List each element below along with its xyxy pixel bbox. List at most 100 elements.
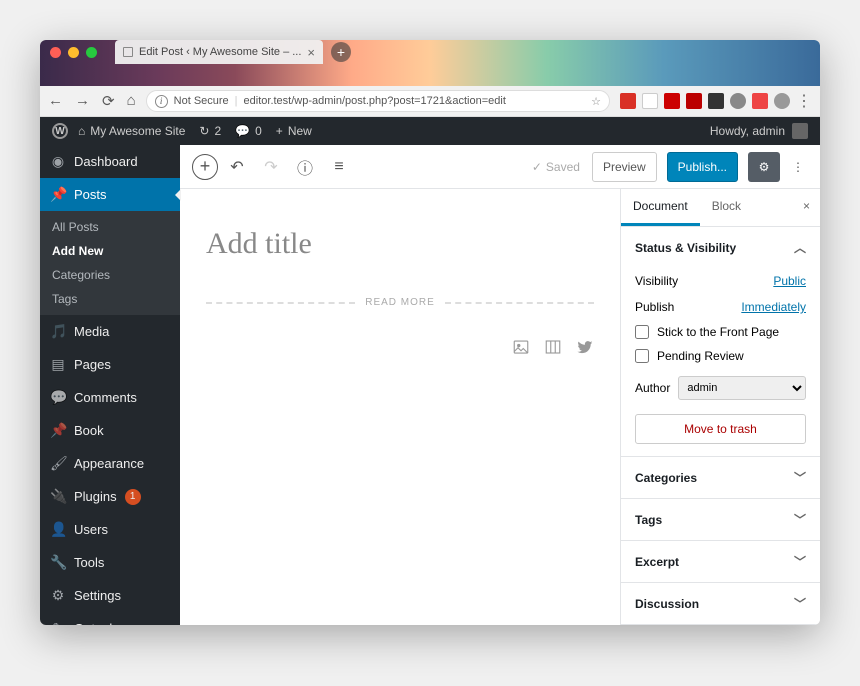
pin-icon: 📌	[50, 422, 66, 439]
sidebar-item-gutenberg[interactable]: ✎ Gutenberg	[40, 612, 180, 625]
info-button[interactable]: ⓘ	[290, 152, 320, 182]
minimize-window-icon[interactable]	[68, 47, 79, 58]
close-tab-icon[interactable]: ×	[307, 45, 315, 60]
ext-icon[interactable]	[642, 93, 658, 109]
editor-main: + ↶ ↷ ⓘ ≡ ✓ Saved Preview Publish... ⚙ ⋮…	[180, 145, 820, 625]
url-text: editor.test/wp-admin/post.php?post=1721&…	[244, 95, 506, 107]
account-menu[interactable]: Howdy, admin	[710, 123, 808, 139]
browser-menu-icon[interactable]: ⋮	[796, 91, 812, 111]
ublock-ext-icon[interactable]	[686, 93, 702, 109]
tab-block[interactable]: Block	[700, 189, 753, 226]
panel-header-tags[interactable]: Tags ﹀	[621, 499, 820, 540]
tab-document[interactable]: Document	[621, 189, 700, 226]
inspector-sidebar: Document Block × Status & Visibility ︿ V…	[620, 189, 820, 625]
ext-icon[interactable]	[730, 93, 746, 109]
settings-toggle-button[interactable]: ⚙	[748, 152, 780, 182]
inspector-tabs: Document Block ×	[621, 189, 820, 227]
sidebar-item-comments[interactable]: 💬 Comments	[40, 381, 180, 414]
sidebar-item-plugins[interactable]: 🔌 Plugins 1	[40, 480, 180, 513]
wordpress-logo-icon[interactable]: W	[52, 123, 68, 139]
home-button[interactable]: ⌂	[127, 92, 136, 110]
panel-header-excerpt[interactable]: Excerpt ﹀	[621, 541, 820, 582]
more-menu-button[interactable]: ⋮	[788, 152, 808, 182]
forward-button[interactable]: →	[75, 92, 90, 110]
ext-icon[interactable]	[664, 93, 680, 109]
panel-header-categories[interactable]: Categories ﹀	[621, 457, 820, 498]
bookmark-icon[interactable]: ☆	[591, 95, 601, 108]
sidebar-item-appearance[interactable]: 🖌 Appearance	[40, 447, 180, 480]
move-to-trash-button[interactable]: Move to trash	[635, 414, 806, 444]
read-more-block[interactable]: READ MORE	[206, 297, 594, 308]
new-content-link[interactable]: + New	[276, 124, 312, 138]
sidebar-item-settings[interactable]: ⚙ Settings	[40, 579, 180, 612]
preview-button[interactable]: Preview	[592, 152, 657, 182]
chevron-down-icon: ﹀	[794, 469, 806, 486]
stick-checkbox[interactable]	[635, 325, 649, 339]
pages-icon: ▤	[50, 356, 66, 373]
wrench-icon: 🔧	[50, 554, 66, 571]
pending-checkbox[interactable]	[635, 349, 649, 363]
visibility-value-link[interactable]: Public	[773, 274, 806, 288]
gmail-ext-icon[interactable]	[620, 93, 636, 109]
sidebar-item-dashboard[interactable]: ◉ Dashboard	[40, 145, 180, 178]
columns-block-icon[interactable]	[544, 338, 562, 356]
maximize-window-icon[interactable]	[86, 47, 97, 58]
submenu-all-posts[interactable]: All Posts	[40, 215, 180, 239]
publish-value-link[interactable]: Immediately	[741, 300, 806, 314]
panel-header-discussion[interactable]: Discussion ﹀	[621, 583, 820, 624]
post-title-input[interactable]: Add title	[206, 227, 594, 261]
reload-button[interactable]: ⟳	[102, 92, 115, 110]
window-controls	[50, 47, 97, 58]
posts-submenu: All Posts Add New Categories Tags	[40, 211, 180, 315]
sidebar-item-tools[interactable]: 🔧 Tools	[40, 546, 180, 579]
editor-canvas[interactable]: Add title READ MORE	[180, 189, 620, 625]
back-button[interactable]: ←	[48, 92, 63, 110]
site-name-link[interactable]: ⌂ My Awesome Site	[78, 124, 185, 138]
pending-checkbox-row[interactable]: Pending Review	[635, 344, 806, 368]
block-inserter-icons	[206, 338, 594, 356]
submenu-categories[interactable]: Categories	[40, 263, 180, 287]
ext-icon[interactable]	[708, 93, 724, 109]
chevron-up-icon: ︿	[794, 239, 806, 256]
sidebar-item-users[interactable]: 👤 Users	[40, 513, 180, 546]
user-icon: 👤	[50, 521, 66, 538]
publish-button[interactable]: Publish...	[667, 152, 738, 182]
sidebar-item-pages[interactable]: ▤ Pages	[40, 348, 180, 381]
address-field[interactable]: i Not Secure | editor.test/wp-admin/post…	[146, 90, 610, 112]
comments-link[interactable]: 💬 0	[235, 124, 262, 138]
sidebar-item-posts[interactable]: 📌 Posts	[40, 178, 180, 211]
sidebar-item-book[interactable]: 📌 Book	[40, 414, 180, 447]
author-select[interactable]: admin	[678, 376, 806, 400]
chevron-down-icon: ﹀	[794, 595, 806, 612]
submenu-add-new[interactable]: Add New	[40, 239, 180, 263]
panel-header-status[interactable]: Status & Visibility ︿	[621, 227, 820, 268]
image-block-icon[interactable]	[512, 338, 530, 356]
panel-status-visibility: Status & Visibility ︿ Visibility Public …	[621, 227, 820, 457]
redo-button[interactable]: ↷	[256, 152, 286, 182]
gutenberg-icon: ✎	[50, 620, 66, 625]
update-badge: 1	[125, 489, 141, 505]
author-label: Author	[635, 381, 670, 395]
titlebar: Edit Post ‹ My Awesome Site – ... × +	[40, 40, 820, 86]
close-window-icon[interactable]	[50, 47, 61, 58]
twitter-block-icon[interactable]	[576, 338, 594, 356]
comments-icon: 💬	[50, 389, 66, 406]
outline-button[interactable]: ≡	[324, 152, 354, 182]
stick-checkbox-row[interactable]: Stick to the Front Page	[635, 320, 806, 344]
plus-icon: +	[276, 124, 283, 138]
home-icon: ⌂	[78, 124, 85, 138]
pocket-ext-icon[interactable]	[752, 93, 768, 109]
media-icon: 🎵	[50, 323, 66, 340]
new-tab-button[interactable]: +	[331, 42, 351, 62]
profile-icon[interactable]	[774, 93, 790, 109]
add-block-button[interactable]: +	[192, 154, 218, 180]
comment-icon: 💬	[235, 124, 250, 138]
updates-link[interactable]: ↻ 2	[199, 124, 221, 138]
close-inspector-button[interactable]: ×	[793, 189, 820, 226]
sidebar-item-media[interactable]: 🎵 Media	[40, 315, 180, 348]
info-icon[interactable]: i	[155, 95, 168, 108]
browser-tab[interactable]: Edit Post ‹ My Awesome Site – ... ×	[115, 40, 323, 64]
undo-button[interactable]: ↶	[222, 152, 252, 182]
submenu-tags[interactable]: Tags	[40, 287, 180, 311]
refresh-icon: ↻	[199, 124, 209, 138]
